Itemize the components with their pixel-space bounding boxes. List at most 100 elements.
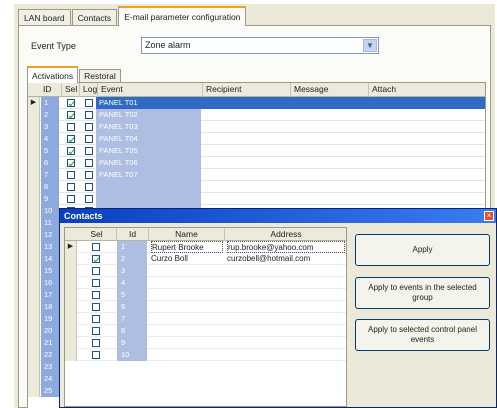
row-header[interactable]	[28, 325, 40, 337]
row-header[interactable]	[65, 337, 77, 349]
contact-row[interactable]: ▶ 1 Rupert Brooke rup.brooke@yahoo.com	[65, 241, 346, 253]
contact-row[interactable]: 9	[65, 337, 346, 349]
event-row-detail[interactable]	[201, 181, 485, 193]
contact-sel-checkbox[interactable]	[92, 303, 100, 311]
event-cell[interactable]	[96, 193, 201, 205]
contact-row[interactable]: 3	[65, 265, 346, 277]
event-cell[interactable]: PANEL T01	[96, 97, 201, 109]
table-row[interactable]: 8	[28, 181, 485, 193]
contact-sel-checkbox[interactable]	[92, 291, 100, 299]
contact-row[interactable]: 10	[65, 349, 346, 361]
column-header-sel[interactable]: Sel	[77, 228, 117, 241]
row-header[interactable]	[28, 169, 40, 181]
row-header[interactable]	[28, 277, 40, 289]
sel-checkbox[interactable]	[67, 183, 75, 191]
event-row-detail[interactable]	[201, 193, 485, 205]
row-header[interactable]	[65, 349, 77, 361]
row-header[interactable]	[28, 385, 40, 397]
row-header[interactable]	[28, 301, 40, 313]
row-header[interactable]	[65, 313, 77, 325]
event-row-detail[interactable]	[201, 145, 485, 157]
event-row-detail[interactable]	[201, 121, 485, 133]
apply-button[interactable]: Apply	[355, 234, 490, 266]
row-header[interactable]	[28, 157, 40, 169]
row-header[interactable]	[65, 301, 77, 313]
log-checkbox[interactable]	[85, 111, 93, 119]
log-checkbox[interactable]	[85, 183, 93, 191]
contact-row[interactable]: 7	[65, 313, 346, 325]
column-header-address[interactable]: Address	[225, 228, 346, 241]
tab-contacts[interactable]: Contacts	[71, 9, 118, 26]
event-cell[interactable]	[96, 181, 201, 193]
event-row-detail[interactable]	[201, 157, 485, 169]
row-header[interactable]	[28, 337, 40, 349]
table-row[interactable]: 7 PANEL T07	[28, 169, 485, 181]
tab-lan-board[interactable]: LAN board	[18, 9, 71, 26]
log-checkbox[interactable]	[85, 99, 93, 107]
close-icon[interactable]: ×	[484, 211, 494, 221]
row-header[interactable]	[28, 253, 40, 265]
event-cell[interactable]: PANEL T03	[96, 121, 201, 133]
tab-activations[interactable]: Activations	[27, 66, 79, 83]
row-header[interactable]	[28, 181, 40, 193]
log-checkbox[interactable]	[85, 159, 93, 167]
row-header[interactable]	[28, 349, 40, 361]
contact-row[interactable]: 2 Curzo Boll curzobell@hotmail.com	[65, 253, 346, 265]
row-header[interactable]	[28, 265, 40, 277]
contact-sel-checkbox[interactable]	[92, 327, 100, 335]
sel-checkbox[interactable]	[67, 159, 75, 167]
table-row[interactable]: 2 PANEL T02	[28, 109, 485, 121]
contact-sel-checkbox[interactable]	[92, 315, 100, 323]
sel-checkbox[interactable]	[67, 195, 75, 203]
contact-address-cell[interactable]: rup.brooke@yahoo.com	[227, 241, 345, 253]
contact-row[interactable]: 6	[65, 301, 346, 313]
contact-row[interactable]: 8	[65, 325, 346, 337]
column-header-recipient[interactable]: Recipient	[203, 83, 291, 97]
row-header[interactable]	[28, 193, 40, 205]
event-cell[interactable]: PANEL T02	[96, 109, 201, 121]
event-row-detail[interactable]	[201, 109, 485, 121]
apply-to-panel-events-button[interactable]: Apply to selected control panel events	[355, 319, 490, 351]
table-row[interactable]: 9	[28, 193, 485, 205]
log-checkbox[interactable]	[85, 195, 93, 203]
column-header-name[interactable]: Name	[149, 228, 225, 241]
row-header[interactable]	[65, 325, 77, 337]
event-type-dropdown[interactable]: Zone alarm ▼	[141, 37, 379, 54]
contact-address-cell[interactable]: curzobell@hotmail.com	[227, 253, 345, 265]
contact-sel-checkbox[interactable]	[92, 267, 100, 275]
contact-sel-checkbox[interactable]	[92, 255, 100, 263]
column-header-log[interactable]: Log	[80, 83, 98, 97]
table-row[interactable]: 6 PANEL T06	[28, 157, 485, 169]
sel-checkbox[interactable]	[67, 111, 75, 119]
column-header-id[interactable]: ID	[40, 83, 62, 97]
chevron-down-icon[interactable]: ▼	[363, 39, 377, 52]
row-header[interactable]	[28, 241, 40, 253]
event-row-detail[interactable]	[201, 97, 485, 109]
event-cell[interactable]: PANEL T06	[96, 157, 201, 169]
row-header[interactable]	[28, 121, 40, 133]
contact-name-cell[interactable]: Curzo Boll	[151, 253, 223, 265]
event-cell[interactable]: PANEL T04	[96, 133, 201, 145]
row-header[interactable]: ▶	[28, 97, 40, 109]
row-header[interactable]	[28, 361, 40, 373]
column-header-event[interactable]: Event	[98, 83, 203, 97]
table-row[interactable]: 4 PANEL T04	[28, 133, 485, 145]
row-header[interactable]	[28, 229, 40, 241]
row-header[interactable]	[28, 289, 40, 301]
contact-sel-checkbox[interactable]	[92, 339, 100, 347]
apply-to-group-button[interactable]: Apply to events in the selected group	[355, 277, 490, 309]
sel-checkbox[interactable]	[67, 99, 75, 107]
table-row[interactable]: ▶ 1 PANEL T01	[28, 97, 485, 109]
contact-sel-checkbox[interactable]	[92, 351, 100, 359]
row-header[interactable]	[28, 373, 40, 385]
contact-row[interactable]: 4	[65, 277, 346, 289]
log-checkbox[interactable]	[85, 123, 93, 131]
row-header[interactable]: ▶	[65, 241, 77, 253]
event-row-detail[interactable]	[201, 133, 485, 145]
row-header[interactable]	[28, 217, 40, 229]
column-header-attach[interactable]: Attach	[369, 83, 485, 97]
table-row[interactable]: 5 PANEL T05	[28, 145, 485, 157]
log-checkbox[interactable]	[85, 147, 93, 155]
sel-checkbox[interactable]	[67, 135, 75, 143]
row-header[interactable]	[28, 109, 40, 121]
